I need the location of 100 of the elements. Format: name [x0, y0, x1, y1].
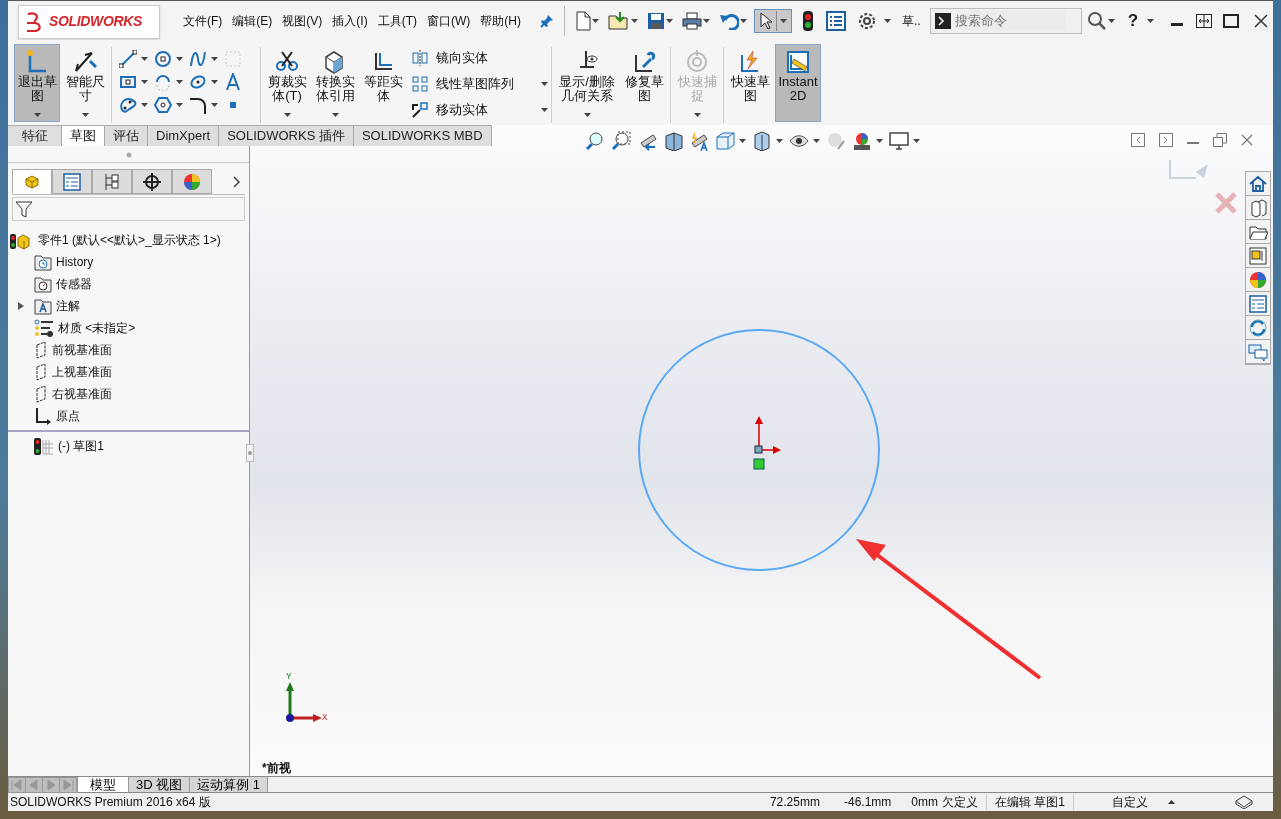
caret-icon[interactable] [211, 80, 218, 84]
menu-item[interactable]: 编辑(E) [227, 8, 278, 33]
caret-icon[interactable] [739, 139, 746, 143]
caret-icon[interactable] [141, 80, 148, 84]
view-palette-icon[interactable] [1248, 245, 1268, 266]
custom-properties-icon[interactable] [1248, 293, 1268, 314]
caret-icon[interactable] [813, 139, 820, 143]
caret-icon[interactable] [913, 139, 920, 143]
drag-handle-icon[interactable] [125, 152, 132, 158]
caret-icon[interactable] [211, 103, 218, 107]
caret-up-icon[interactable] [1168, 800, 1175, 804]
tree-item[interactable]: 零件1 (默认<<默认>_显示状态 1>) [38, 231, 221, 249]
caret-icon[interactable] [631, 18, 638, 23]
tree-item[interactable]: History [56, 253, 94, 271]
caret-icon[interactable] [176, 57, 183, 61]
command-tab[interactable]: 特征 [8, 125, 62, 146]
fillet-icon[interactable] [189, 96, 207, 114]
ribbon-button[interactable]: 剪裁实体(T) [264, 44, 310, 122]
caret-icon[interactable] [331, 113, 339, 117]
chevron-right-icon[interactable] [233, 176, 241, 188]
appearance-pen-icon[interactable] [826, 131, 846, 151]
open-folder-icon[interactable] [608, 10, 630, 31]
tree-item[interactable]: 传感器 [56, 275, 92, 293]
ribbon-button[interactable]: 移动实体 [412, 100, 548, 120]
menu-item[interactable]: 文件(F) [178, 8, 228, 33]
units-button[interactable]: 自定义 [1112, 793, 1148, 811]
caret-icon[interactable] [81, 113, 89, 117]
menu-item[interactable]: 工具(T) [372, 8, 422, 33]
tree-item[interactable]: 材质 <未指定> [58, 319, 136, 337]
spline-icon[interactable] [189, 50, 207, 68]
command-tab[interactable]: 评估 [105, 125, 148, 146]
caret-icon[interactable] [176, 103, 183, 107]
restore-icon[interactable] [1213, 133, 1227, 147]
tree-item[interactable]: 右视基准面 [52, 385, 112, 403]
rebuild-icon[interactable] [1235, 795, 1253, 809]
search-icon[interactable] [1086, 10, 1107, 31]
document-tab[interactable]: 模型 [78, 777, 129, 792]
arc-icon[interactable] [154, 73, 172, 91]
dynamic-annotation-icon[interactable] [689, 131, 709, 151]
caret-icon[interactable] [541, 82, 548, 86]
menu-item[interactable]: 帮助(H) [475, 8, 526, 33]
document-tab[interactable]: 3D 视图 [129, 777, 191, 792]
tree-item[interactable]: 原点 [56, 407, 80, 425]
appearances-icon[interactable] [1248, 269, 1268, 290]
refresh-icon[interactable] [1248, 317, 1268, 338]
panel-tab[interactable] [92, 169, 132, 194]
splitter-handle-icon[interactable] [246, 444, 254, 462]
caret-icon[interactable] [211, 57, 218, 61]
caret-icon[interactable] [780, 18, 787, 23]
caret-icon[interactable] [583, 113, 591, 117]
help-button[interactable]: ? [1127, 7, 1139, 34]
ribbon-button[interactable]: Instant2D [775, 44, 821, 122]
caret-icon[interactable] [876, 139, 883, 143]
command-tab[interactable]: SOLIDWORKS MBD [353, 125, 492, 146]
tree-item[interactable]: (-) 草图1 [58, 437, 104, 455]
command-tab[interactable]: DimXpert [148, 125, 220, 146]
ribbon-button[interactable]: 修复草图 [621, 44, 667, 122]
maximize-icon[interactable] [1223, 13, 1240, 28]
close-icon[interactable] [1254, 13, 1269, 28]
ellipse-icon[interactable] [189, 73, 207, 91]
command-tab[interactable]: 草图 [62, 125, 105, 146]
circle-icon[interactable] [154, 50, 172, 68]
ribbon-button[interactable]: 显示/删除几何关系 [555, 44, 619, 122]
caret-icon[interactable] [1107, 18, 1115, 23]
dock-right-icon[interactable] [1159, 133, 1173, 147]
caret-icon[interactable] [592, 18, 599, 23]
text-icon[interactable] [224, 73, 242, 91]
caret-icon[interactable] [283, 113, 291, 117]
ribbon-button[interactable]: 线性草图阵列 [412, 74, 548, 94]
ribbon-button[interactable]: 等距实体 [360, 44, 406, 122]
zoom-to-fit-icon[interactable] [585, 131, 605, 151]
undo-icon[interactable] [719, 11, 739, 30]
home-icon[interactable] [1248, 173, 1268, 194]
ribbon-button[interactable]: 转换实体引用 [312, 44, 358, 122]
traffic-light-icon[interactable] [803, 10, 813, 31]
scene-icon[interactable] [852, 131, 872, 151]
line-icon[interactable] [119, 50, 137, 68]
display-style-icon[interactable] [752, 131, 772, 151]
caret-icon[interactable] [740, 18, 747, 23]
view-orientation-icon[interactable] [715, 131, 735, 151]
caret-icon[interactable] [776, 139, 783, 143]
caret-icon[interactable] [703, 18, 710, 23]
select-button[interactable] [754, 8, 792, 33]
chat-bubbles-icon[interactable] [1248, 341, 1268, 362]
new-document-icon[interactable] [575, 10, 591, 31]
monitor-icon[interactable] [889, 131, 909, 151]
settings-icon[interactable] [857, 10, 877, 31]
tree-item[interactable]: 注解 [56, 297, 80, 315]
zoom-area-icon[interactable] [611, 131, 631, 151]
caret-icon[interactable] [141, 57, 148, 61]
ribbon-button[interactable]: 智能尺寸 [62, 44, 108, 122]
freeform-shape-icon[interactable] [119, 96, 137, 114]
rectangle-icon[interactable] [119, 73, 137, 91]
section-view-icon[interactable] [663, 131, 683, 151]
tree-item[interactable]: 上视基准面 [52, 363, 112, 381]
command-tab[interactable]: SOLIDWORKS 插件 [219, 125, 354, 146]
ribbon-button[interactable]: 镜向实体 [412, 48, 548, 68]
pin-icon[interactable] [540, 13, 554, 28]
search-field[interactable]: 搜索命令 [929, 7, 1082, 34]
filter-field[interactable] [12, 197, 245, 221]
